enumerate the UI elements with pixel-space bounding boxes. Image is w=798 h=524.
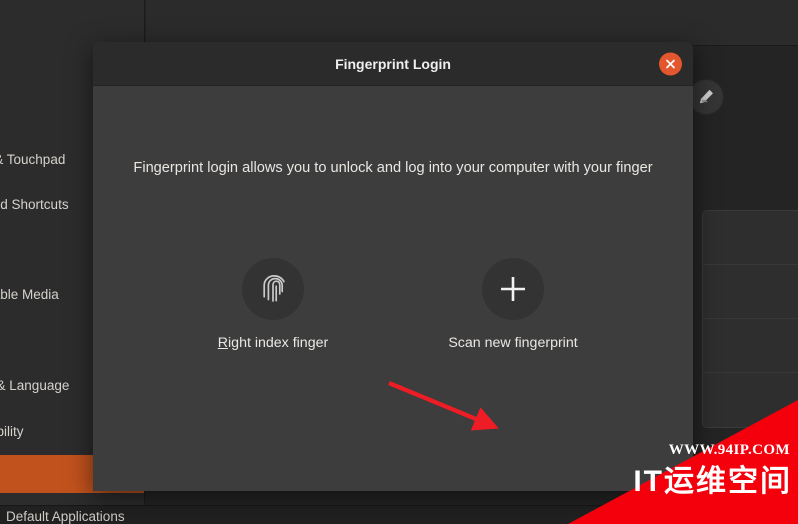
settings-header-bar xyxy=(146,0,798,46)
settings-options-list: › › › xyxy=(702,210,798,428)
finger-label-rest: ight index finger xyxy=(228,335,329,351)
dialog-description: Fingerprint login allows you to unlock a… xyxy=(133,160,653,176)
sidebar-item-default-applications[interactable]: Default Applications xyxy=(6,509,125,524)
finger-label-mnemonic: R xyxy=(217,335,229,351)
sidebar-item-label: Removable Media xyxy=(0,286,59,302)
sidebar-item-label: Region & Language xyxy=(0,377,70,393)
sidebar-item-label: Mouse & Touchpad xyxy=(0,151,66,167)
fingerprint-icon xyxy=(263,275,285,302)
enrolled-finger-right-index[interactable]: Right index finger xyxy=(193,258,353,351)
pencil-icon xyxy=(700,89,713,104)
list-item[interactable]: › xyxy=(703,211,798,265)
dialog-title: Fingerprint Login xyxy=(335,55,451,72)
sidebar-item-label: Keyboard Shortcuts xyxy=(0,196,69,212)
close-glyph xyxy=(666,59,675,68)
plus-icon-circle xyxy=(482,258,544,320)
plus-icon xyxy=(501,277,525,301)
sidebar-item-label: Accessibility xyxy=(0,423,24,439)
edit-profile-button[interactable] xyxy=(688,79,724,115)
finger-label-rest: Scan new fingerprint xyxy=(448,335,578,351)
screenshot-root: Mouse & Touchpad Keyboard Shortcuts Remo… xyxy=(0,0,798,524)
list-item[interactable] xyxy=(703,319,798,373)
dialog-titlebar: Fingerprint Login xyxy=(93,42,693,86)
scan-new-fingerprint-option[interactable]: Scan new fingerprint xyxy=(433,258,593,351)
fingerprint-login-dialog: Fingerprint Login Fingerprint login allo… xyxy=(93,42,693,491)
fingerprint-options-row: Right index finger Scan new fingerprint xyxy=(93,258,693,351)
list-item[interactable]: › xyxy=(703,373,798,427)
finger-label: Scan new fingerprint xyxy=(448,335,577,351)
finger-label: Right index finger xyxy=(218,335,328,351)
dialog-body: Fingerprint login allows you to unlock a… xyxy=(93,86,693,491)
close-icon[interactable] xyxy=(659,52,682,75)
list-item[interactable]: › xyxy=(703,265,798,319)
fingerprint-icon-circle xyxy=(242,258,304,320)
